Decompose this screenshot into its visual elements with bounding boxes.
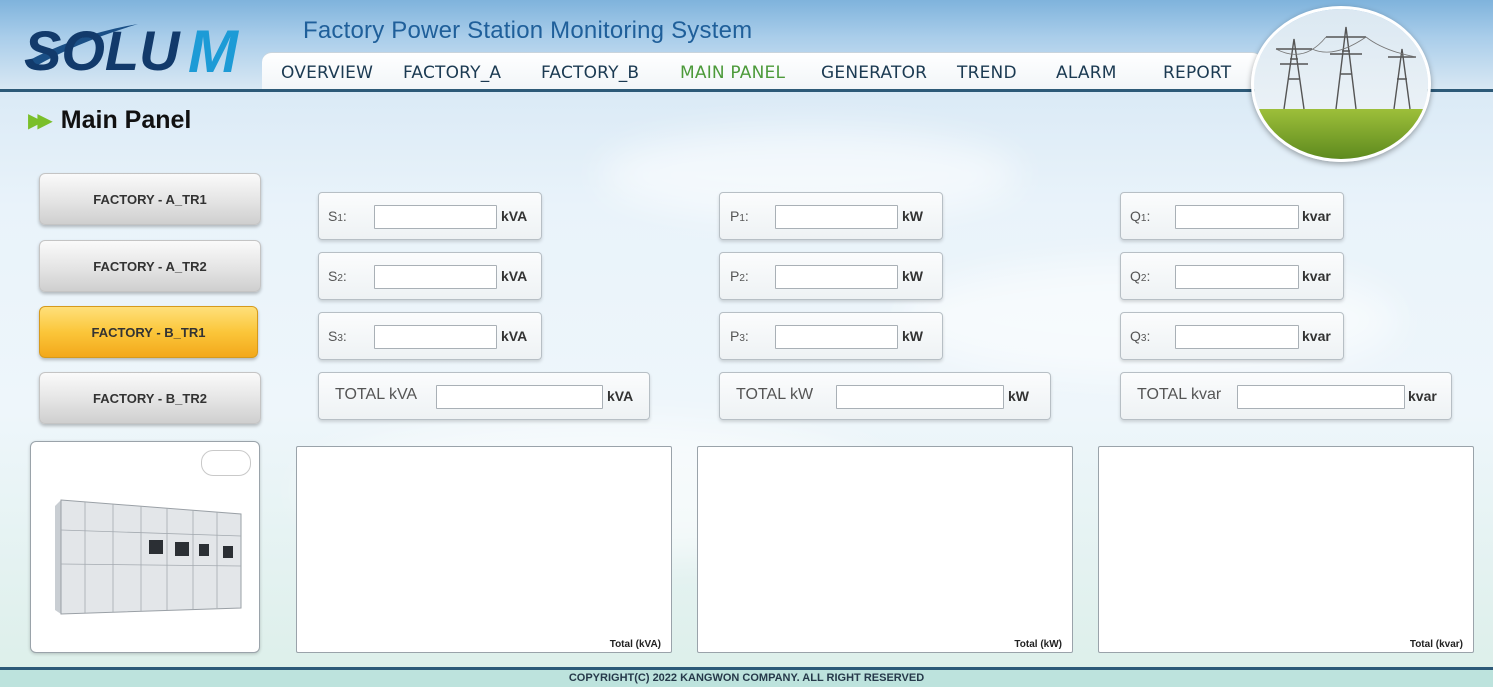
s2-label: S2: — [328, 268, 347, 284]
nav-factory-a[interactable]: FACTORY_A — [403, 63, 501, 83]
total-kvar-group: TOTAL kvar kvar — [1120, 372, 1452, 420]
q1-unit: kvar — [1302, 208, 1331, 224]
q1-group: Q1: kvar — [1120, 192, 1344, 240]
power-tower-photo — [1251, 6, 1431, 162]
double-arrow-icon: ▶▶ — [28, 110, 53, 132]
q3-unit: kvar — [1302, 328, 1331, 344]
p1-label: P1: — [730, 208, 749, 224]
s1-unit: kVA — [501, 208, 528, 224]
s2-group: S2: kVA — [318, 252, 542, 300]
total-kva-group: TOTAL kVA kVA — [318, 372, 650, 420]
total-kvar-unit: kvar — [1408, 388, 1437, 404]
kva-chart-caption: Total (kVA) — [609, 639, 661, 650]
svg-text:M: M — [188, 18, 240, 80]
s1-label: S1: — [328, 208, 347, 224]
total-kva-input[interactable] — [436, 385, 603, 409]
p3-label: P3: — [730, 328, 749, 344]
nav-trend[interactable]: TREND — [957, 63, 1017, 83]
nav-alarm[interactable]: ALARM — [1056, 63, 1117, 83]
q3-group: Q3: kvar — [1120, 312, 1344, 360]
page-title: Main Panel — [60, 106, 192, 134]
s2-unit: kVA — [501, 268, 528, 284]
footer-copyright: COPYRIGHT(C) 2022 KANGWON COMPANY. ALL R… — [0, 670, 1493, 687]
toggle-pill[interactable] — [201, 450, 251, 476]
kvar-chart-caption: Total (kvar) — [1409, 639, 1463, 650]
factory-a-tr2-button[interactable]: FACTORY - A_TR2 — [39, 240, 261, 292]
p1-unit: kW — [902, 208, 923, 224]
app-title: Factory Power Station Monitoring System — [303, 17, 753, 44]
p3-unit: kW — [902, 328, 923, 344]
p2-label: P2: — [730, 268, 749, 284]
total-kw-group: TOTAL kW kW — [719, 372, 1051, 420]
p2-group: P2: kW — [719, 252, 943, 300]
p2-unit: kW — [902, 268, 923, 284]
total-kvar-label: TOTAL kvar — [1137, 386, 1222, 403]
solum-logo: SOLU M — [24, 18, 240, 80]
total-kva-unit: kVA — [607, 388, 634, 404]
p1-group: P1: kW — [719, 192, 943, 240]
nav-report[interactable]: REPORT — [1163, 63, 1231, 83]
q2-label: Q2: — [1130, 268, 1151, 284]
nav-main-panel[interactable]: MAIN PANEL — [680, 63, 785, 83]
s3-input[interactable] — [374, 325, 497, 349]
s1-input[interactable] — [374, 205, 497, 229]
kw-chart-caption: Total (kW) — [1014, 639, 1062, 650]
s3-label: S3: — [328, 328, 347, 344]
s2-input[interactable] — [374, 265, 497, 289]
nav-factory-b[interactable]: FACTORY_B — [541, 63, 639, 83]
q2-unit: kvar — [1302, 268, 1331, 284]
panel-image-box — [30, 441, 260, 653]
q2-input[interactable] — [1175, 265, 1299, 289]
main-nav: OVERVIEW FACTORY_A FACTORY_B MAIN PANEL … — [262, 52, 1262, 91]
s1-group: S1: kVA — [318, 192, 542, 240]
p3-input[interactable] — [775, 325, 898, 349]
factory-a-tr1-button[interactable]: FACTORY - A_TR1 — [39, 173, 261, 225]
total-kw-unit: kW — [1008, 388, 1029, 404]
p1-input[interactable] — [775, 205, 898, 229]
total-kw-label: TOTAL kW — [736, 386, 814, 403]
nav-overview[interactable]: OVERVIEW — [281, 63, 373, 83]
p3-group: P3: kW — [719, 312, 943, 360]
total-kva-label: TOTAL kVA — [335, 386, 418, 403]
s3-group: S3: kVA — [318, 312, 542, 360]
total-kw-input[interactable] — [836, 385, 1004, 409]
kw-chart: Total (kW) — [697, 446, 1073, 653]
q1-label: Q1: — [1130, 208, 1151, 224]
nav-generator[interactable]: GENERATOR — [821, 63, 927, 83]
q3-input[interactable] — [1175, 325, 1299, 349]
page-title-block: ▶▶ Main Panel — [28, 106, 191, 135]
logo-text: SOLU — [24, 19, 181, 80]
s3-unit: kVA — [501, 328, 528, 344]
factory-b-tr1-button[interactable]: FACTORY - B_TR1 — [39, 306, 258, 358]
factory-b-tr2-button[interactable]: FACTORY - B_TR2 — [39, 372, 261, 424]
total-kvar-input[interactable] — [1237, 385, 1405, 409]
q1-input[interactable] — [1175, 205, 1299, 229]
kva-chart: Total (kVA) — [296, 446, 672, 653]
kvar-chart: Total (kvar) — [1098, 446, 1474, 653]
q3-label: Q3: — [1130, 328, 1151, 344]
p2-input[interactable] — [775, 265, 898, 289]
q2-group: Q2: kvar — [1120, 252, 1344, 300]
